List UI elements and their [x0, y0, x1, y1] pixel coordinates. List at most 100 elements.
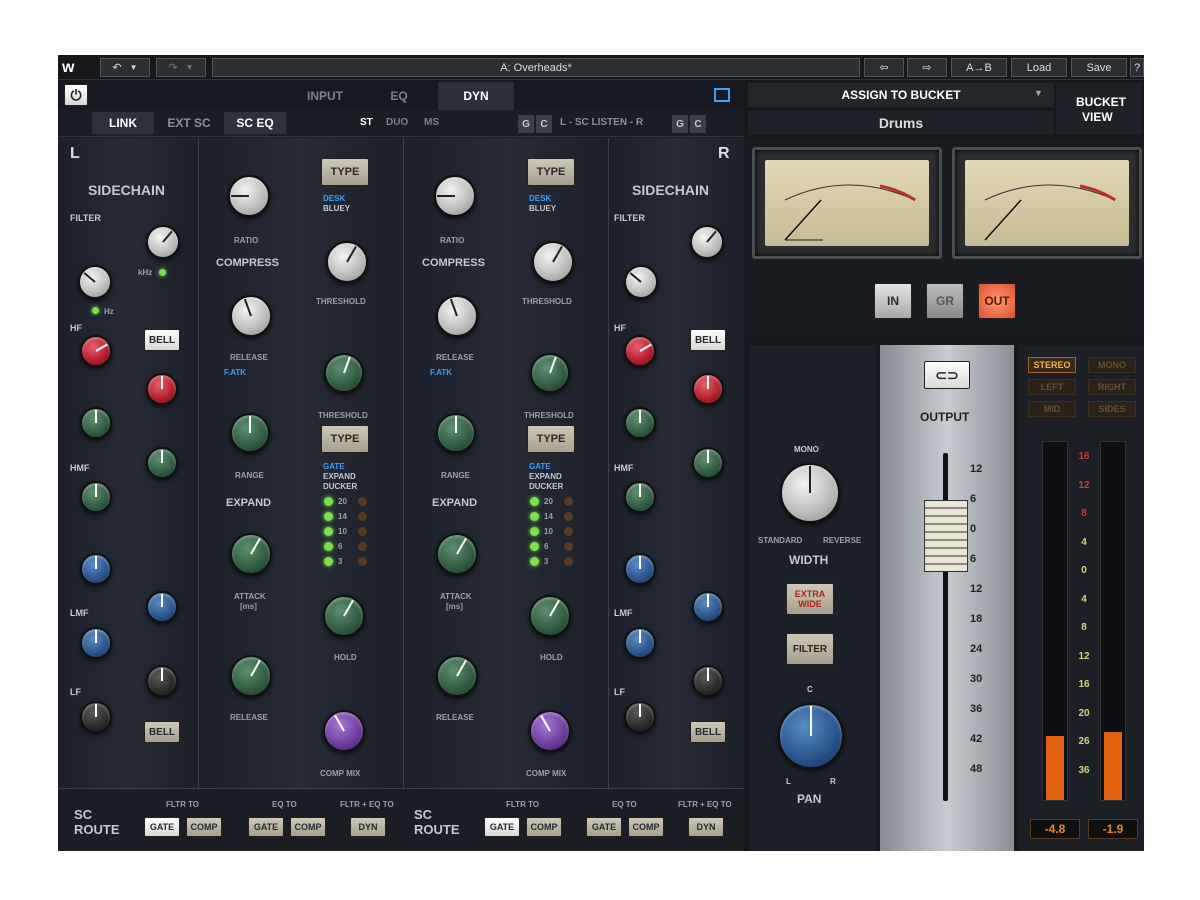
sc-hpf-knob[interactable]	[78, 265, 112, 299]
meter-mode-left[interactable]: LEFT	[1028, 379, 1076, 395]
gate-mode-label-r[interactable]: GATE	[529, 462, 551, 471]
fltr-to-comp-button[interactable]: COMP	[186, 817, 222, 837]
comp-type-button-r[interactable]: TYPE	[527, 158, 575, 186]
meter-gr-button[interactable]: GR	[926, 283, 964, 319]
attack-knob[interactable]	[230, 533, 272, 575]
ext-sc-button[interactable]: EXT SC	[158, 112, 220, 134]
meter-mode-sides[interactable]: SIDES	[1088, 401, 1136, 417]
expand-mode-label-r[interactable]: EXPAND	[529, 472, 562, 481]
extra-wide-button[interactable]: EXTRA WIDE	[786, 583, 834, 615]
expand-release-knob[interactable]	[230, 655, 272, 697]
expand-release-knob-r[interactable]	[436, 655, 478, 697]
comp-release-knob[interactable]	[230, 295, 272, 337]
eq-to-comp-button[interactable]: COMP	[290, 817, 326, 837]
lf-gain-knob[interactable]	[80, 701, 112, 733]
meter-mode-stereo[interactable]: STEREO	[1028, 357, 1076, 373]
sc-lpf-knob[interactable]	[146, 225, 180, 259]
pan-knob[interactable]	[778, 703, 844, 769]
hmf-gain-knob-r[interactable]	[624, 407, 656, 439]
load-button[interactable]: Load	[1011, 58, 1067, 77]
meter-out-button[interactable]: OUT	[978, 283, 1016, 319]
preset-field[interactable]: A: Overheads*	[212, 58, 860, 77]
bluey-label[interactable]: BLUEY	[323, 204, 350, 213]
meter-in-button[interactable]: IN	[874, 283, 912, 319]
attack-knob-r[interactable]	[436, 533, 478, 575]
comp-type-button[interactable]: TYPE	[321, 158, 369, 186]
gate-threshold-knob[interactable]	[324, 353, 364, 393]
range-knob-r[interactable]	[436, 413, 476, 453]
comp-mix-knob-r[interactable]	[529, 710, 571, 752]
hf-gain-knob-r[interactable]	[624, 335, 656, 367]
comp-listen-left[interactable]: C	[536, 115, 552, 133]
link-button[interactable]: LINK	[92, 112, 154, 134]
range-knob[interactable]	[230, 413, 270, 453]
duo-button[interactable]: DUO	[386, 117, 408, 128]
lmf-gain-knob[interactable]	[80, 553, 112, 585]
bucket-view-button[interactable]: BUCKET VIEW	[1056, 83, 1142, 135]
lpf-led[interactable]	[159, 269, 166, 276]
lf-bell-button-r[interactable]: BELL	[690, 721, 726, 743]
sc-eq-button[interactable]: SC EQ	[224, 112, 286, 134]
peak-value-left[interactable]: -4.8	[1030, 819, 1080, 839]
eq-to-comp-button-r[interactable]: COMP	[628, 817, 664, 837]
hf-gain-knob[interactable]	[80, 335, 112, 367]
desk-label[interactable]: DESK	[323, 194, 345, 203]
fltr-to-gate-button[interactable]: GATE	[144, 817, 180, 837]
power-button[interactable]: ⏻	[64, 84, 88, 106]
meter-mode-mono[interactable]: MONO	[1088, 357, 1136, 373]
comp-mix-knob[interactable]	[323, 710, 365, 752]
lf-freq-knob-r[interactable]	[692, 665, 724, 697]
width-filter-button[interactable]: FILTER	[786, 633, 834, 665]
assign-bucket-dropdown[interactable]: ASSIGN TO BUCKET	[748, 83, 1054, 107]
gate-threshold-knob-r[interactable]	[530, 353, 570, 393]
hmf-q-knob[interactable]	[80, 481, 112, 513]
gate-listen-left[interactable]: G	[518, 115, 534, 133]
ratio-knob-r[interactable]	[434, 175, 476, 217]
ducker-mode-label[interactable]: DUCKER	[323, 482, 357, 491]
hold-knob[interactable]	[323, 595, 365, 637]
comp-listen-right[interactable]: C	[690, 115, 706, 133]
gate-type-button-r[interactable]: TYPE	[527, 425, 575, 453]
link-fader-button[interactable]: ⊂⊃	[924, 361, 970, 389]
expand-mode-label[interactable]: EXPAND	[323, 472, 356, 481]
meter-mode-mid[interactable]: MID	[1028, 401, 1076, 417]
lf-bell-button[interactable]: BELL	[144, 721, 180, 743]
lmf-freq-knob-r[interactable]	[692, 591, 724, 623]
tab-dyn[interactable]: DYN	[438, 82, 514, 110]
hf-freq-knob-r[interactable]	[692, 373, 724, 405]
save-button[interactable]: Save	[1071, 58, 1127, 77]
hmf-gain-knob[interactable]	[80, 407, 112, 439]
hpf-led[interactable]	[92, 307, 99, 314]
lmf-gain-knob-r[interactable]	[624, 553, 656, 585]
desk-label-r[interactable]: DESK	[529, 194, 551, 203]
eq-to-gate-button-r[interactable]: GATE	[586, 817, 622, 837]
tab-eq[interactable]: EQ	[364, 82, 434, 110]
prev-preset-button[interactable]: ⇦	[864, 58, 904, 77]
lf-gain-knob-r[interactable]	[624, 701, 656, 733]
hf-bell-button-r[interactable]: BELL	[690, 329, 726, 351]
comp-threshold-knob[interactable]	[326, 241, 368, 283]
next-preset-button[interactable]: ⇨	[907, 58, 947, 77]
lmf-freq-knob[interactable]	[146, 591, 178, 623]
hold-knob-r[interactable]	[529, 595, 571, 637]
gate-listen-right[interactable]: G	[672, 115, 688, 133]
undo-button[interactable]: ↶ ▼	[100, 58, 150, 77]
comp-release-knob-r[interactable]	[436, 295, 478, 337]
bluey-label-r[interactable]: BLUEY	[529, 204, 556, 213]
st-button[interactable]: ST	[360, 117, 373, 128]
ratio-knob[interactable]	[228, 175, 270, 217]
tab-input[interactable]: INPUT	[290, 82, 360, 110]
gate-mode-label[interactable]: GATE	[323, 462, 345, 471]
hmf-freq-knob-r[interactable]	[692, 447, 724, 479]
lf-freq-knob[interactable]	[146, 665, 178, 697]
help-button[interactable]: ?	[1130, 58, 1144, 77]
fatk-toggle-r[interactable]: F.ATK	[430, 368, 452, 377]
sc-hpf-knob-r[interactable]	[624, 265, 658, 299]
ducker-mode-label-r[interactable]: DUCKER	[529, 482, 563, 491]
hmf-freq-knob[interactable]	[146, 447, 178, 479]
meter-mode-right[interactable]: RIGHT	[1088, 379, 1136, 395]
fltr-eq-to-dyn-button[interactable]: DYN	[350, 817, 386, 837]
comp-threshold-knob-r[interactable]	[532, 241, 574, 283]
hf-bell-button[interactable]: BELL	[144, 329, 180, 351]
eq-to-gate-button[interactable]: GATE	[248, 817, 284, 837]
